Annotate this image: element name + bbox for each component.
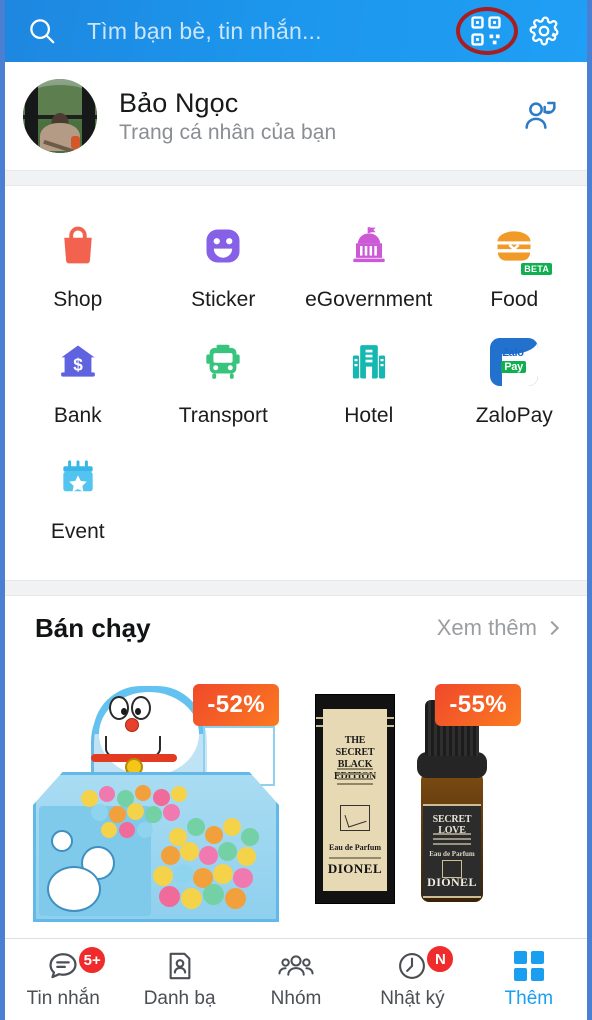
nav-tab-timeline[interactable]: N Nhật ký [354,939,470,1020]
search-input[interactable]: Tìm bạn bè, tin nhắn... [65,18,457,45]
mini-app-transport[interactable]: Transport [151,328,297,438]
mini-app-sticker[interactable]: Sticker [151,212,297,322]
mini-app-shop[interactable]: Shop [5,212,151,322]
mini-app-hotel[interactable]: Hotel [296,328,442,438]
discount-badge: -55% [435,684,521,726]
mini-app-food[interactable]: BETA Food [442,212,588,322]
mini-app-label: Bank [53,404,102,427]
mini-app-bank[interactable]: $ Bank [5,328,151,438]
burger-icon: BETA [486,218,553,275]
grid-squares-icon [513,949,544,983]
bottom-navigation: 5+ Tin nhắn Danh bạ Nhóm N Nhật ký Thêm [5,938,587,1020]
mini-app-event[interactable]: Event [5,444,151,554]
shopping-bag-icon [50,218,106,274]
zalopay-bottom-text: Pay [501,361,526,373]
government-building-icon [341,218,397,274]
settings-button[interactable] [515,15,573,47]
mini-app-grid: Shop Sticker eGovernment BETA Food $ Ban… [5,186,587,580]
mini-app-label: Shop [53,288,103,311]
section-title: Bán chạy [35,612,151,643]
zalopay-icon: Zalo Pay [486,334,542,390]
search-icon[interactable] [19,16,65,46]
nav-label: Danh bạ [143,988,216,1009]
calendar-star-icon [50,450,106,506]
zalopay-top-text: Zalo [502,347,524,359]
clock-timeline-icon: N [395,944,456,983]
contact-card-icon [163,949,197,983]
profile-name: Bảo Ngọc [119,87,239,118]
nav-label: Nhật ký [380,988,445,1009]
perfume-bottle-brand: DIONEL [427,875,477,889]
bus-icon [195,334,251,390]
mini-app-label: Event [50,520,105,543]
svg-text:$: $ [73,354,83,374]
perfume-bottle-edp: Eau de Parfum [429,850,475,858]
mini-app-label: Hotel [344,404,394,427]
perfume-box-brand: DIONEL [327,861,383,876]
profile-row[interactable]: Bảo Ngọc Trang cá nhân của bạn [5,62,587,170]
discount-badge: -52% [193,684,279,726]
nav-label: Nhóm [270,988,322,1009]
hotel-building-icon [341,334,397,390]
mini-app-label: eGovernment [305,288,433,311]
mini-app-label: Sticker [191,288,256,311]
bank-dollar-icon: $ [50,334,106,390]
nav-label: Tin nhắn [26,988,100,1009]
status-badge: N [425,944,456,974]
mini-app-egovernment[interactable]: eGovernment [296,212,442,322]
product-card[interactable]: -55% THE SECRET BLACK EDITION Eau de Par… [301,666,579,928]
best-sellers-header: Bán chạy Xem thêm [5,596,587,660]
see-more-label: Xem thêm [436,615,537,640]
section-divider-2 [5,580,587,596]
switch-account-button[interactable] [513,96,569,136]
mini-app-label: ZaloPay [475,404,553,427]
mini-app-zalopay[interactable]: Zalo Pay ZaloPay [442,328,588,438]
app-screen: Tìm bạn bè, tin nhắn... Bảo Ngọc Trang c… [0,0,592,1020]
perfume-box-title-1: THE SECRET [335,735,375,758]
product-card[interactable]: -52% [11,666,289,928]
perfume-box-edp: Eau de Parfum [329,843,381,852]
group-people-icon [276,949,316,983]
qr-code-button[interactable] [456,5,518,57]
mini-app-label: Food [490,288,539,311]
profile-subtitle: Trang cá nhân của bạn [119,120,337,144]
nav-tab-contacts[interactable]: Danh bạ [121,939,237,1020]
chevron-right-icon [544,620,560,636]
beta-badge: BETA [521,263,553,275]
section-divider [5,170,587,186]
see-more-link[interactable]: Xem thêm [436,615,560,641]
unread-badge: 5+ [77,945,108,975]
top-search-bar: Tìm bạn bè, tin nhắn... [5,0,587,62]
chat-bubble-icon: 5+ [45,945,108,983]
nav-tab-groups[interactable]: Nhóm [238,939,354,1020]
gear-icon [529,16,559,46]
mini-app-label: Transport [178,404,268,427]
product-carousel[interactable]: -52% -55% THE SECRET BLACK EDITION Eau d… [5,660,587,930]
nav-label: Thêm [504,988,554,1009]
nav-tab-messages[interactable]: 5+ Tin nhắn [5,939,121,1020]
switch-account-icon [525,101,556,129]
nav-tab-more[interactable]: Thêm [471,939,587,1020]
qr-code-icon [471,16,501,46]
avatar[interactable] [23,79,97,153]
smiley-sticker-icon [195,218,251,274]
